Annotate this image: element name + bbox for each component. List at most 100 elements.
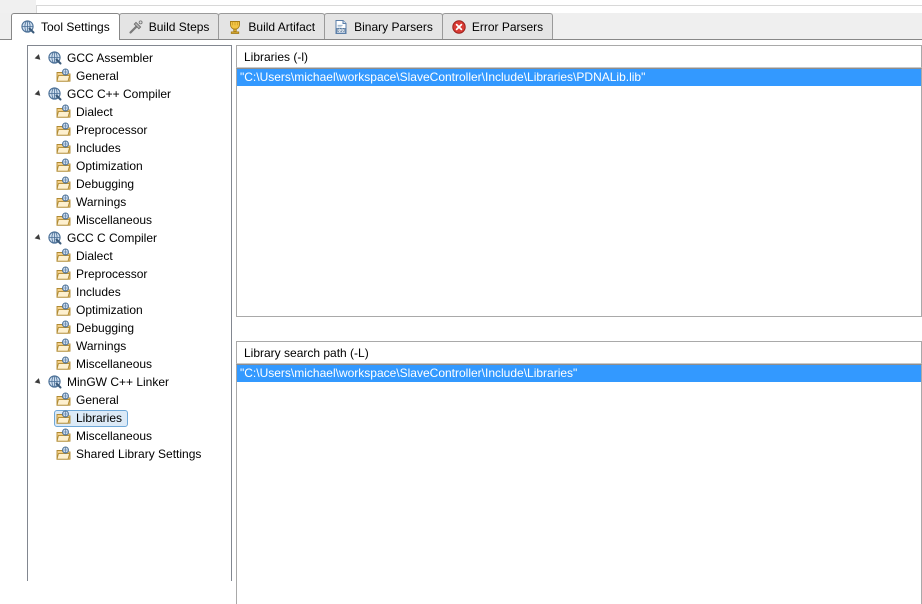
tree-item-dialect[interactable]: Dialect (28, 103, 231, 121)
tree-item-general[interactable]: General (28, 67, 231, 85)
tree-item-label: Miscellaneous (76, 357, 153, 371)
tree-item-general[interactable]: General (28, 391, 231, 409)
tree-item-dialect[interactable]: Dialect (28, 247, 231, 265)
list-item[interactable]: "C:\Users\michael\workspace\SlaveControl… (237, 69, 921, 86)
folder-icon (56, 302, 72, 318)
settings-tree[interactable]: GCC Assembler General GCC C++ Compiler Dial… (27, 45, 232, 581)
top-divider-line (36, 5, 922, 6)
library-search-path-header-label: Library search path (-L) (244, 345, 369, 360)
tree-item-label: Includes (76, 285, 121, 299)
top-divider-tick (36, 5, 37, 13)
tree-item-label: Optimization (76, 159, 143, 173)
library-search-path-list[interactable]: "C:\Users\michael\workspace\SlaveControl… (236, 364, 922, 604)
folder-icon (56, 266, 72, 282)
tree-item-label: Dialect (76, 105, 113, 119)
tab-list: Tool Settings Build Steps Build Artifact 01… (11, 13, 554, 40)
folder-icon (56, 284, 72, 300)
error-circle-icon (451, 19, 467, 35)
tree-item-preprocessor[interactable]: Preprocessor (28, 121, 231, 139)
folder-icon (56, 158, 72, 174)
tab-label: Binary Parsers (354, 19, 433, 34)
tree-item-gcc-assembler[interactable]: GCC Assembler (28, 49, 231, 67)
tree-item-label: Miscellaneous (76, 429, 153, 443)
folder-icon (56, 194, 72, 210)
tab-build-artifact[interactable]: Build Artifact (218, 13, 326, 39)
hammer-icon (128, 19, 144, 35)
tree-item-label: Miscellaneous (76, 213, 153, 227)
dialog-top-strip (0, 0, 922, 13)
tree-item-label: Libraries (76, 411, 123, 425)
tree-item-libraries[interactable]: Libraries (28, 409, 231, 427)
tree-item-includes[interactable]: Includes (28, 139, 231, 157)
artifact-icon (227, 19, 243, 35)
folder-icon (56, 356, 72, 372)
tree-item-label: Debugging (76, 177, 135, 191)
tree-item-warnings[interactable]: Warnings (28, 337, 231, 355)
tree-item-label: General (76, 393, 119, 407)
tree-item-label: Dialect (76, 249, 113, 263)
libraries-list[interactable]: "C:\Users\michael\workspace\SlaveControl… (236, 68, 922, 317)
tree-item-shared-library-settings[interactable]: Shared Library Settings (28, 445, 231, 463)
folder-icon (56, 248, 72, 264)
tree-item-debugging[interactable]: Debugging (28, 319, 231, 337)
tree-item-label: Optimization (76, 303, 143, 317)
tab-label: Build Steps (148, 19, 210, 34)
tree-item-warnings[interactable]: Warnings (28, 193, 231, 211)
folder-icon (56, 320, 72, 336)
tree-item-optimization[interactable]: Optimization (28, 301, 231, 319)
tree-collapse-arrow-icon[interactable] (34, 373, 47, 391)
tree-item-label: GCC C Compiler (67, 231, 158, 245)
tab-label: Build Artifact (248, 19, 316, 34)
tree-item-optimization[interactable]: Optimization (28, 157, 231, 175)
tree-item-label: Shared Library Settings (76, 447, 202, 461)
tree-collapse-arrow-icon[interactable] (34, 85, 47, 103)
folder-icon (56, 392, 72, 408)
tree-item-mingw-c-linker[interactable]: MinGW C++ Linker (28, 373, 231, 391)
tool-globe-icon (47, 374, 63, 390)
tab-tool-settings[interactable]: Tool Settings (11, 13, 120, 40)
tree-item-label: Includes (76, 141, 121, 155)
list-item[interactable]: "C:\Users\michael\workspace\SlaveControl… (237, 365, 921, 382)
tool-globe-icon (47, 86, 63, 102)
library-search-path-header: Library search path (-L) (236, 341, 922, 364)
tree-item-label: Preprocessor (76, 267, 148, 281)
tree-item-label: GCC C++ Compiler (67, 87, 172, 101)
tree-item-miscellaneous[interactable]: Miscellaneous (28, 427, 231, 445)
tab-label: Tool Settings (41, 20, 110, 34)
tree-item-label: Debugging (76, 321, 135, 335)
folder-icon (56, 140, 72, 156)
tree-item-label: GCC Assembler (67, 51, 154, 65)
tree-collapse-arrow-icon[interactable] (34, 49, 47, 67)
tree-item-label: General (76, 69, 119, 83)
folder-icon (56, 212, 72, 228)
binary-file-icon: 010 (333, 19, 349, 35)
library-search-path-group: Library search path (-L) "C:\Users\micha… (236, 341, 922, 604)
folder-icon (56, 68, 72, 84)
globe-wrench-icon (20, 19, 36, 35)
tree-selection-highlight: Libraries (54, 409, 129, 427)
tree-item-gcc-c-compiler[interactable]: GCC C++ Compiler (28, 85, 231, 103)
folder-icon (56, 176, 72, 192)
tab-error-parsers[interactable]: Error Parsers (441, 13, 554, 39)
tree-collapse-arrow-icon[interactable] (34, 229, 47, 247)
tree-item-debugging[interactable]: Debugging (28, 175, 231, 193)
tree-item-gcc-c-compiler[interactable]: GCC C Compiler (28, 229, 231, 247)
tree-item-miscellaneous[interactable]: Miscellaneous (28, 355, 231, 373)
tree-item-label: Warnings (76, 195, 127, 209)
tree-item-label: MinGW C++ Linker (67, 375, 170, 389)
tool-settings-content: GCC Assembler General GCC C++ Compiler Dial… (0, 40, 922, 604)
tree-item-label: Warnings (76, 339, 127, 353)
tree-item-includes[interactable]: Includes (28, 283, 231, 301)
folder-icon (56, 122, 72, 138)
libraries-header-label: Libraries (-l) (244, 49, 309, 64)
top-left-filler (0, 0, 36, 13)
tree-item-miscellaneous[interactable]: Miscellaneous (28, 211, 231, 229)
tree-item-preprocessor[interactable]: Preprocessor (28, 265, 231, 283)
folder-icon (56, 104, 72, 120)
tab-binary-parsers[interactable]: 010 Binary Parsers (324, 13, 443, 39)
folder-icon (56, 446, 72, 462)
libraries-header: Libraries (-l) (236, 45, 922, 68)
tab-build-steps[interactable]: Build Steps (118, 13, 220, 39)
tool-globe-icon (47, 50, 63, 66)
tool-globe-icon (47, 230, 63, 246)
